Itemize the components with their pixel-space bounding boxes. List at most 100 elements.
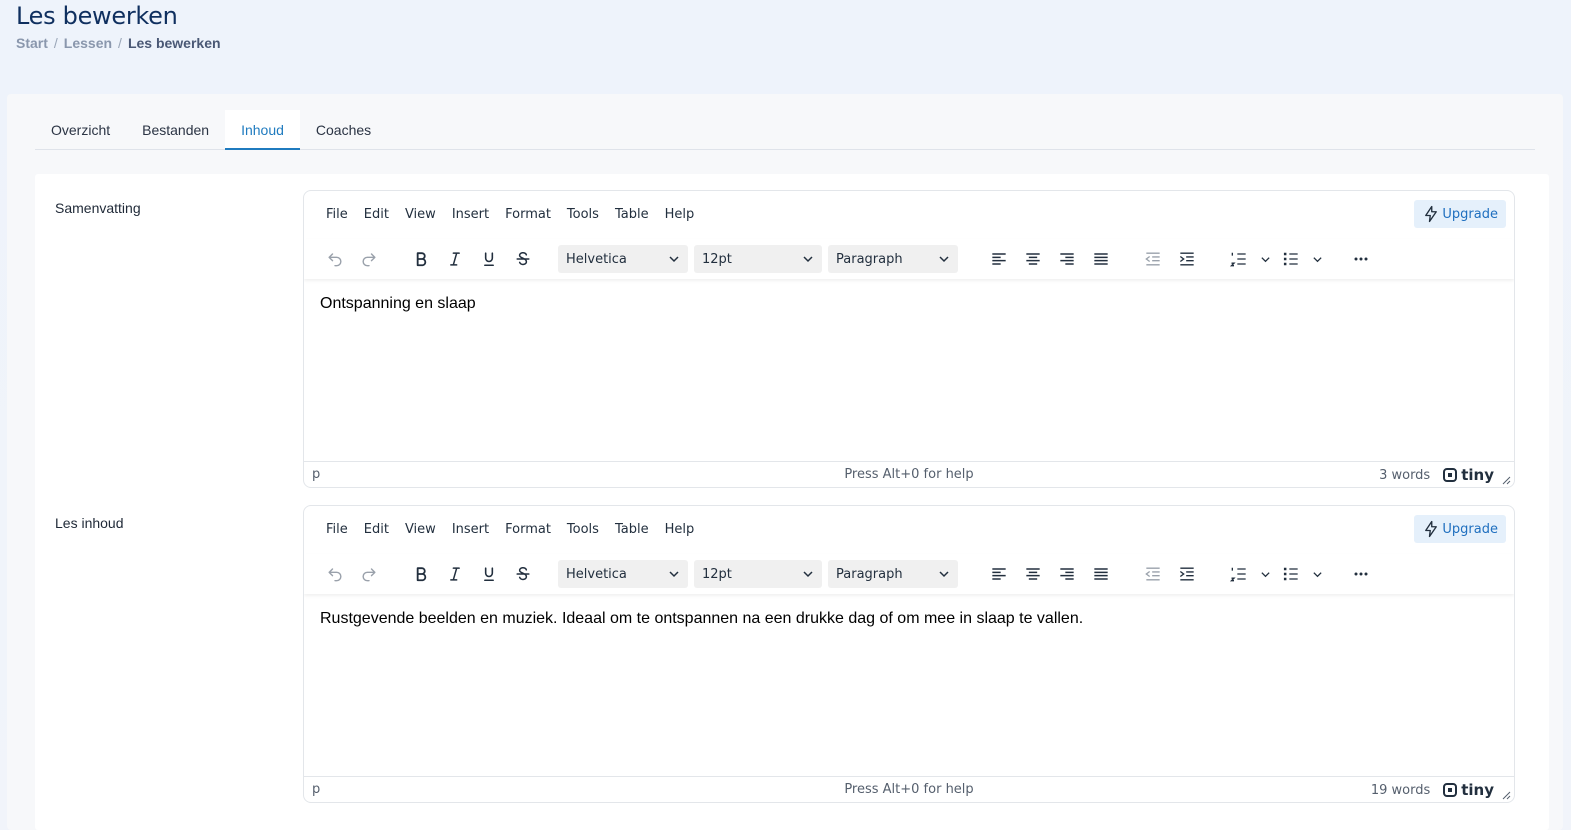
breadcrumb-lessen[interactable]: Lessen <box>64 35 112 51</box>
strikethrough-icon <box>516 251 530 266</box>
bold-icon <box>416 567 427 582</box>
resize-handle-icon[interactable] <box>1502 791 1511 800</box>
menu-table[interactable]: Table <box>607 516 657 544</box>
bold-button[interactable] <box>404 244 438 274</box>
undo-icon <box>328 253 342 267</box>
bullet-list-dropdown[interactable] <box>1308 244 1326 274</box>
undo-button[interactable] <box>318 559 352 589</box>
align-center-button[interactable] <box>1016 559 1050 589</box>
italic-button[interactable] <box>438 244 472 274</box>
tab-coaches[interactable]: Coaches <box>300 110 387 150</box>
more-button[interactable] <box>1344 244 1378 274</box>
menu-edit[interactable]: Edit <box>356 201 397 229</box>
menu-format[interactable]: Format <box>497 516 559 544</box>
underline-icon <box>484 567 494 582</box>
chevron-down-icon <box>939 571 949 578</box>
menu-help[interactable]: Help <box>657 201 703 229</box>
menu-view[interactable]: View <box>397 201 444 229</box>
redo-button[interactable] <box>352 244 386 274</box>
font-family-value: Helvetica <box>566 251 627 267</box>
align-center-button[interactable] <box>1016 244 1050 274</box>
breadcrumb-separator: / <box>118 35 122 51</box>
numbered-list-icon <box>1229 252 1246 267</box>
help-hint: Press Alt+0 for help <box>844 467 974 482</box>
more-button[interactable] <box>1344 559 1378 589</box>
align-justify-button[interactable] <box>1084 244 1118 274</box>
outdent-button[interactable] <box>1136 244 1170 274</box>
bold-button[interactable] <box>404 559 438 589</box>
align-right-icon <box>1060 253 1074 265</box>
undo-button[interactable] <box>318 244 352 274</box>
bullet-list-split <box>1274 559 1326 589</box>
editor-content[interactable]: Ontspanning en slaap <box>304 279 1514 461</box>
editor-content[interactable]: Rustgevende beelden en muziek. Ideaal om… <box>304 594 1514 776</box>
menu-file[interactable]: File <box>318 201 356 229</box>
font-size-select[interactable]: 12pt <box>694 245 822 273</box>
font-size-select[interactable]: 12pt <box>694 560 822 588</box>
outdent-button[interactable] <box>1136 559 1170 589</box>
numbered-list-button[interactable] <box>1222 559 1256 589</box>
menu-tools[interactable]: Tools <box>559 201 607 229</box>
indent-button[interactable] <box>1170 244 1204 274</box>
more-icon <box>1354 572 1368 576</box>
indent-icon <box>1179 567 1194 581</box>
tab-overzicht[interactable]: Overzicht <box>35 110 126 150</box>
underline-button[interactable] <box>472 559 506 589</box>
resize-handle-icon[interactable] <box>1502 476 1511 485</box>
align-right-button[interactable] <box>1050 559 1084 589</box>
upgrade-button[interactable]: Upgrade <box>1414 200 1506 228</box>
bullet-list-dropdown[interactable] <box>1308 559 1326 589</box>
chevron-down-icon <box>939 256 949 263</box>
tiny-logo[interactable]: tiny <box>1442 466 1494 484</box>
numbered-list-dropdown[interactable] <box>1256 244 1274 274</box>
menu-edit[interactable]: Edit <box>356 516 397 544</box>
align-justify-button[interactable] <box>1084 559 1118 589</box>
menu-view[interactable]: View <box>397 516 444 544</box>
redo-button[interactable] <box>352 559 386 589</box>
upgrade-button[interactable]: Upgrade <box>1414 515 1506 543</box>
menu-file[interactable]: File <box>318 516 356 544</box>
block-format-select[interactable]: Paragraph <box>828 245 958 273</box>
strikethrough-button[interactable] <box>506 559 540 589</box>
menu-table[interactable]: Table <box>607 201 657 229</box>
menu-insert[interactable]: Insert <box>444 201 497 229</box>
italic-icon <box>450 567 460 581</box>
word-count[interactable]: 19 words <box>1371 783 1430 798</box>
align-right-button[interactable] <box>1050 244 1084 274</box>
menu-help[interactable]: Help <box>657 516 703 544</box>
align-left-button[interactable] <box>982 244 1016 274</box>
italic-button[interactable] <box>438 559 472 589</box>
breadcrumb-start[interactable]: Start <box>16 35 48 51</box>
font-family-select[interactable]: Helvetica <box>558 560 688 588</box>
align-left-icon <box>992 253 1006 265</box>
bullet-list-button[interactable] <box>1274 244 1308 274</box>
block-format-select[interactable]: Paragraph <box>828 560 958 588</box>
underline-button[interactable] <box>472 244 506 274</box>
numbered-list-dropdown[interactable] <box>1256 559 1274 589</box>
menu-insert[interactable]: Insert <box>444 516 497 544</box>
menu-tools[interactable]: Tools <box>559 516 607 544</box>
editor-menubar: File Edit View Insert Format Tools Table… <box>304 191 1514 239</box>
chevron-down-icon <box>669 256 679 263</box>
breadcrumb-current: Les bewerken <box>127 35 221 51</box>
indent-button[interactable] <box>1170 559 1204 589</box>
undo-icon <box>328 568 342 582</box>
numbered-list-split <box>1222 244 1274 274</box>
tiny-logo[interactable]: tiny <box>1442 781 1494 799</box>
strikethrough-button[interactable] <box>506 244 540 274</box>
bullet-list-button[interactable] <box>1274 559 1308 589</box>
editor-statusbar: p Press Alt+0 for help 19 words tiny <box>304 776 1514 802</box>
bold-icon <box>416 252 427 267</box>
numbered-list-split <box>1222 559 1274 589</box>
align-left-button[interactable] <box>982 559 1016 589</box>
field-label-les-inhoud: Les inhoud <box>55 515 124 531</box>
chevron-down-icon <box>1312 256 1322 262</box>
word-count[interactable]: 3 words <box>1379 468 1430 483</box>
tiny-brand-text: tiny <box>1461 781 1494 799</box>
tab-inhoud[interactable]: Inhoud <box>225 110 300 150</box>
tiny-brand-text: tiny <box>1461 466 1494 484</box>
menu-format[interactable]: Format <box>497 201 559 229</box>
tab-bestanden[interactable]: Bestanden <box>126 110 225 150</box>
numbered-list-button[interactable] <box>1222 244 1256 274</box>
font-family-select[interactable]: Helvetica <box>558 245 688 273</box>
